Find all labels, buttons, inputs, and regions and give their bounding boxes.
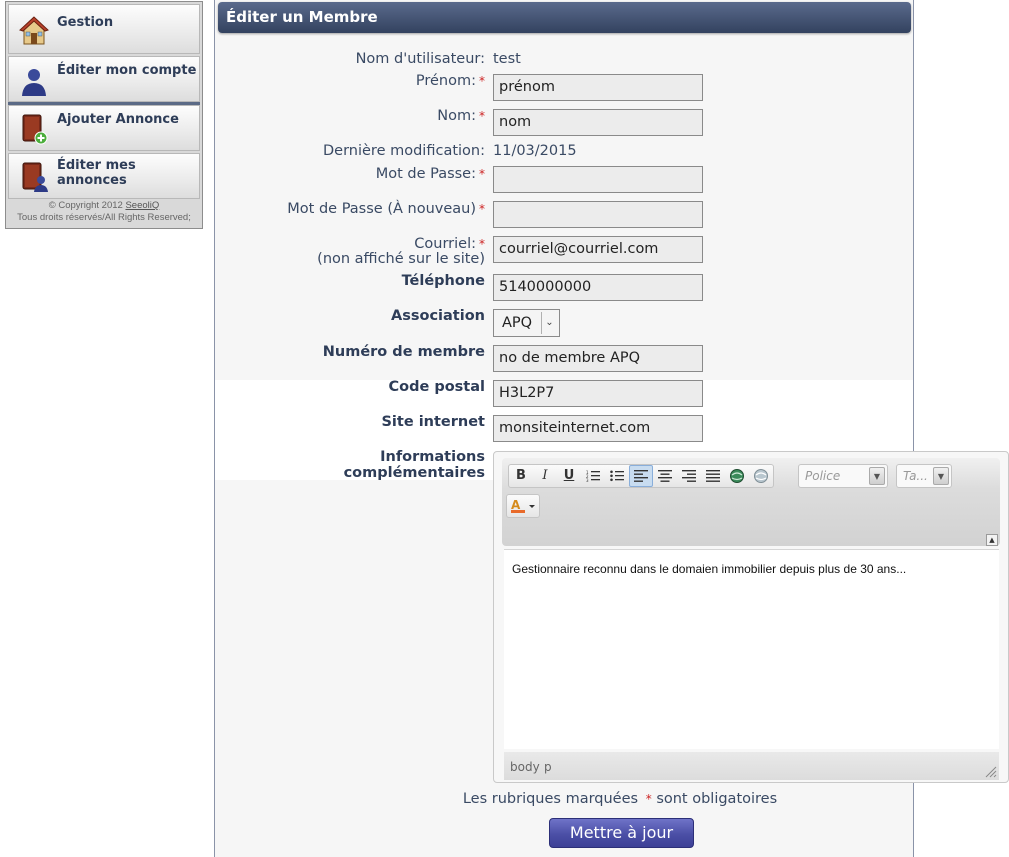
email-label: Courriel: * <box>414 236 485 252</box>
editor-content-area[interactable]: Gestionnaire reconnu dans le domaien imm… <box>504 549 999 749</box>
sidebar-item-label: Ajouter Annonce <box>57 112 179 127</box>
text-color-group: A <box>506 494 540 518</box>
postal-code-label: Code postal <box>388 379 485 395</box>
align-left-button[interactable] <box>629 465 653 487</box>
align-right-icon <box>682 470 696 482</box>
align-right-button[interactable] <box>677 465 701 487</box>
bullet-list-icon <box>610 470 624 482</box>
rich-text-editor: B I U 1 2 3 Police ▼ Ta... ▼ A ▲ Gestion… <box>493 451 1009 783</box>
member-number-input[interactable]: no de membre APQ <box>493 345 703 372</box>
last-modified-label: Dernière modification: <box>323 143 485 159</box>
align-center-icon <box>658 470 672 482</box>
title-bar: Éditer un Membre <box>218 2 911 33</box>
update-button[interactable]: Mettre à jour <box>549 818 694 848</box>
copyright-text: © Copyright 2012 <box>48 200 123 211</box>
unlink-button[interactable] <box>749 465 773 487</box>
association-selected-value: APQ <box>502 315 533 331</box>
rights-text: Tous droits réservés/All Rights Reserved… <box>17 212 191 223</box>
align-center-button[interactable] <box>653 465 677 487</box>
page-title: Éditer un Membre <box>226 8 378 26</box>
password-input[interactable] <box>493 166 703 193</box>
sidebar-item-label: Éditer mes annonces <box>57 158 136 188</box>
sidebar: Gestion Éditer mon compte Ajouter Annonc… <box>5 1 203 229</box>
ordered-list-icon: 1 2 3 <box>586 470 600 483</box>
editor-toolbar: B I U 1 2 3 Police ▼ Ta... ▼ A <box>502 458 1000 546</box>
last-modified-value: 11/03/2015 <box>493 143 577 159</box>
chevron-down-icon: ▼ <box>933 467 949 485</box>
info-label: Informations complémentaires <box>343 449 485 481</box>
resize-handle-icon[interactable] <box>985 766 997 778</box>
copyright-brand-link[interactable]: SeeoliQ <box>125 200 159 211</box>
username-value: test <box>493 51 521 67</box>
required-note: Les rubriques marquées * sont obligatoir… <box>462 791 778 807</box>
website-input[interactable]: monsiteinternet.com <box>493 415 703 442</box>
link-button[interactable] <box>725 465 749 487</box>
password-confirm-label: Mot de Passe (À nouveau) * <box>287 201 485 217</box>
required-mark: * <box>479 109 485 123</box>
prenom-label: Prénom: * <box>415 73 485 89</box>
status-path-body[interactable]: body <box>510 760 540 774</box>
font-size-placeholder: Ta... <box>903 469 928 483</box>
phone-input[interactable]: 5140000000 <box>493 274 703 301</box>
password-label: Mot de Passe: * <box>375 166 485 182</box>
align-left-icon <box>634 470 648 482</box>
sidebar-item-label: Gestion <box>57 15 114 30</box>
postal-code-input[interactable]: H3L2P7 <box>493 380 703 407</box>
nom-label: Nom: * <box>437 108 485 124</box>
font-family-select[interactable]: Police ▼ <box>798 464 888 488</box>
italic-button[interactable]: I <box>533 465 557 487</box>
email-input[interactable]: courriel@courriel.com <box>493 236 703 263</box>
required-mark: * <box>479 237 485 251</box>
bold-button[interactable]: B <box>509 465 533 487</box>
prenom-input[interactable]: prénom <box>493 74 703 101</box>
phone-label: Téléphone <box>401 273 485 289</box>
password-confirm-input[interactable] <box>493 201 703 228</box>
font-family-placeholder: Police <box>805 469 841 483</box>
unlink-icon <box>754 469 768 483</box>
editor-scroll-up-button[interactable]: ▲ <box>986 534 998 546</box>
sidebar-item-editer-mes-annonces[interactable]: Éditer mes annonces <box>8 153 200 199</box>
ordered-list-button[interactable]: 1 2 3 <box>581 465 605 487</box>
text-color-icon: A <box>511 498 535 513</box>
format-group: B I U 1 2 3 <box>508 464 774 488</box>
text-color-button[interactable]: A <box>507 495 539 517</box>
chevron-down-icon: ⌄ <box>541 312 557 334</box>
bullet-list-button[interactable] <box>605 465 629 487</box>
chevron-down-icon: ▼ <box>869 467 885 485</box>
required-mark: * <box>479 74 485 88</box>
required-mark: * <box>645 792 652 806</box>
required-mark: * <box>479 202 485 216</box>
status-path-p[interactable]: p <box>544 760 552 774</box>
sidebar-item-label: Éditer mon compte <box>57 63 197 78</box>
edit-book-icon <box>22 162 48 192</box>
svg-text:A: A <box>511 498 521 512</box>
user-icon <box>22 69 46 96</box>
add-book-icon <box>22 114 48 145</box>
copyright: © Copyright 2012 SeeoliQ Tous droits rés… <box>6 200 202 224</box>
font-size-select[interactable]: Ta... ▼ <box>896 464 952 488</box>
sidebar-item-editer-mon-compte[interactable]: Éditer mon compte <box>8 56 200 102</box>
editor-status-bar: body p <box>504 752 999 780</box>
align-justify-button[interactable] <box>701 465 725 487</box>
svg-text:3: 3 <box>586 478 589 482</box>
required-mark: * <box>479 167 485 181</box>
align-justify-icon <box>706 470 720 482</box>
username-label: Nom d'utilisateur: <box>355 51 485 67</box>
house-icon <box>19 16 49 45</box>
link-icon <box>730 469 744 483</box>
member-number-label: Numéro de membre <box>322 344 485 360</box>
website-label: Site internet <box>381 414 485 430</box>
association-label: Association <box>391 308 485 324</box>
email-sublabel: (non affiché sur le site) <box>317 251 485 267</box>
sidebar-item-gestion[interactable]: Gestion <box>8 4 200 54</box>
association-select[interactable]: APQ ⌄ <box>493 309 560 337</box>
sidebar-item-ajouter-annonce[interactable]: Ajouter Annonce <box>8 105 200 151</box>
underline-button[interactable]: U <box>557 465 581 487</box>
editor-content-text: Gestionnaire reconnu dans le domaien imm… <box>512 562 907 576</box>
nom-input[interactable]: nom <box>493 109 703 136</box>
